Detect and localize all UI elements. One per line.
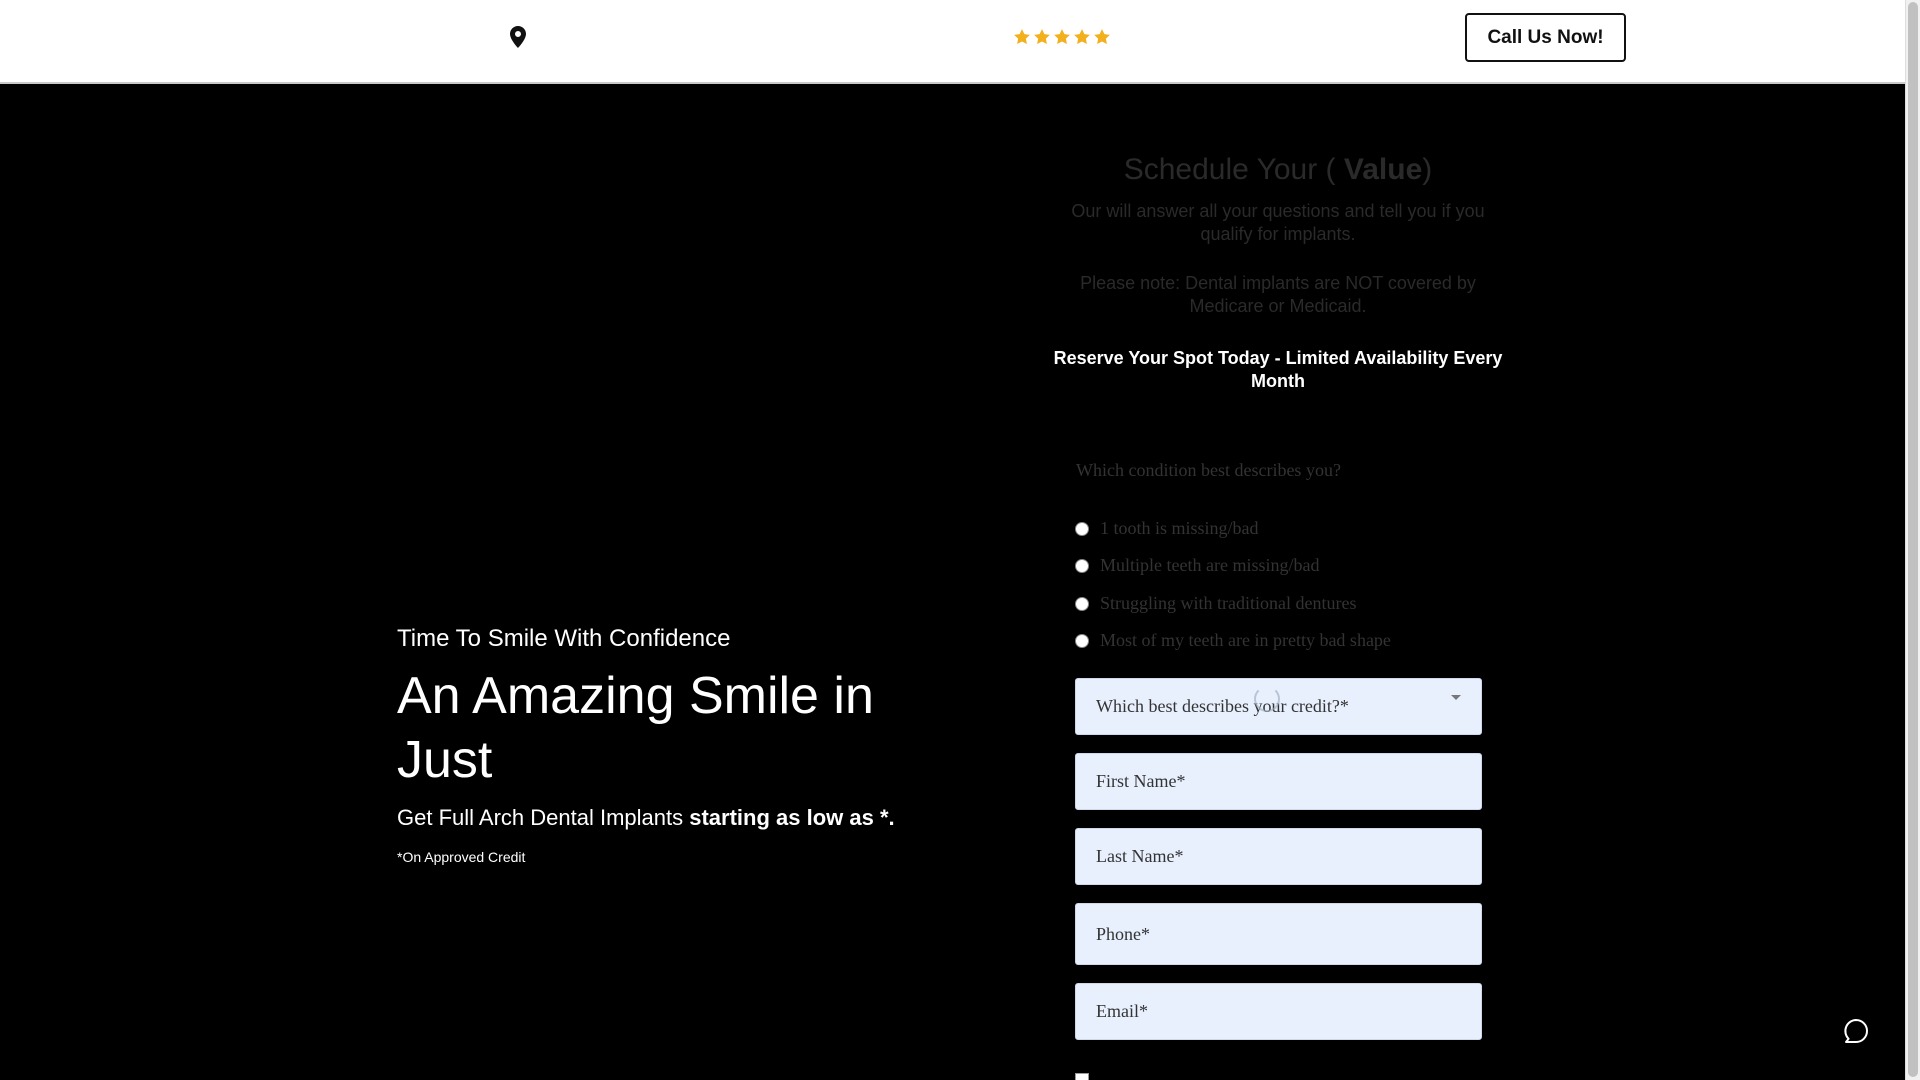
hero-eyebrow: Time To Smile With Confidence	[397, 625, 731, 652]
consent-checkbox[interactable]	[1075, 1073, 1089, 1080]
condition-radio[interactable]	[1075, 596, 1089, 611]
credit-select[interactable]: Which best describes your credit?*	[1075, 678, 1482, 735]
page-scrollbar[interactable]	[1905, 0, 1920, 1080]
form-title-prefix: Schedule Your (	[1123, 153, 1344, 186]
rating-stars	[1013, 28, 1111, 46]
scrollbar-thumb[interactable]	[1908, 2, 1918, 1077]
map-pin-icon[interactable]	[510, 26, 526, 48]
hero-subtitle-price: starting as low as *.	[689, 805, 895, 830]
last-name-field[interactable]: Last Name*	[1075, 828, 1482, 885]
condition-option-label: Struggling with traditional dentures	[1100, 593, 1357, 613]
form-medicare-note: Please note: Dental implants are NOT cov…	[1080, 273, 1476, 316]
form-title-suffix: )	[1422, 153, 1433, 186]
credit-select-placeholder: Which best describes your credit?*	[1096, 696, 1349, 716]
condition-radio[interactable]	[1075, 521, 1089, 536]
credit-disclaimer: *On Approved Credit	[397, 849, 526, 865]
chat-bubble-icon[interactable]	[1842, 1017, 1870, 1045]
form-description: Our will answer all your questions and t…	[1071, 201, 1485, 244]
star-icon	[1074, 29, 1090, 45]
star-icon	[1054, 29, 1070, 45]
form-title: Schedule Your ( Value)	[1044, 150, 1512, 190]
condition-option-label: 1 tooth is missing/bad	[1100, 518, 1259, 538]
condition-option[interactable]: 1 tooth is missing/bad	[1075, 518, 1259, 539]
condition-option[interactable]: Multiple teeth are missing/bad	[1075, 555, 1319, 576]
last-name-placeholder: Last Name*	[1096, 846, 1184, 866]
reserve-spot-text: Reserve Your Spot Today - Limited Availa…	[1053, 348, 1503, 391]
condition-radio[interactable]	[1075, 633, 1089, 648]
condition-option-label: Most of my teeth are in pretty bad shape	[1100, 630, 1391, 650]
hero-subtitle-text: Get Full Arch Dental Implants	[397, 805, 690, 830]
first-name-field[interactable]: First Name*	[1075, 753, 1482, 810]
site-header: Call Us Now!	[0, 0, 1905, 84]
condition-option-label: Multiple teeth are missing/bad	[1100, 555, 1320, 575]
first-name-placeholder: First Name*	[1096, 771, 1186, 791]
condition-radio[interactable]	[1075, 558, 1089, 573]
star-icon	[1094, 29, 1110, 45]
phone-placeholder: Phone*	[1096, 923, 1150, 944]
condition-option[interactable]: Struggling with traditional dentures	[1075, 593, 1356, 614]
star-icon	[1014, 29, 1030, 45]
call-us-button[interactable]: Call Us Now!	[1465, 13, 1626, 62]
form-title-value: Value	[1343, 153, 1423, 186]
email-placeholder: Email*	[1096, 1001, 1148, 1021]
loading-spinner-icon	[1254, 686, 1280, 712]
phone-field[interactable]: Phone*	[1075, 903, 1482, 965]
condition-option[interactable]: Most of my teeth are in pretty bad shape	[1075, 630, 1391, 651]
star-icon	[1034, 29, 1050, 45]
form-intro: Schedule Your ( Value) Our will answer a…	[1044, 150, 1512, 393]
email-field[interactable]: Email*	[1075, 983, 1482, 1040]
hero-subtitle: Get Full Arch Dental Implants starting a…	[397, 805, 895, 831]
condition-question: Which condition best describes you?	[1076, 460, 1341, 480]
hero-title: An Amazing Smile in Just	[397, 667, 874, 789]
chevron-down-icon	[1451, 695, 1461, 700]
